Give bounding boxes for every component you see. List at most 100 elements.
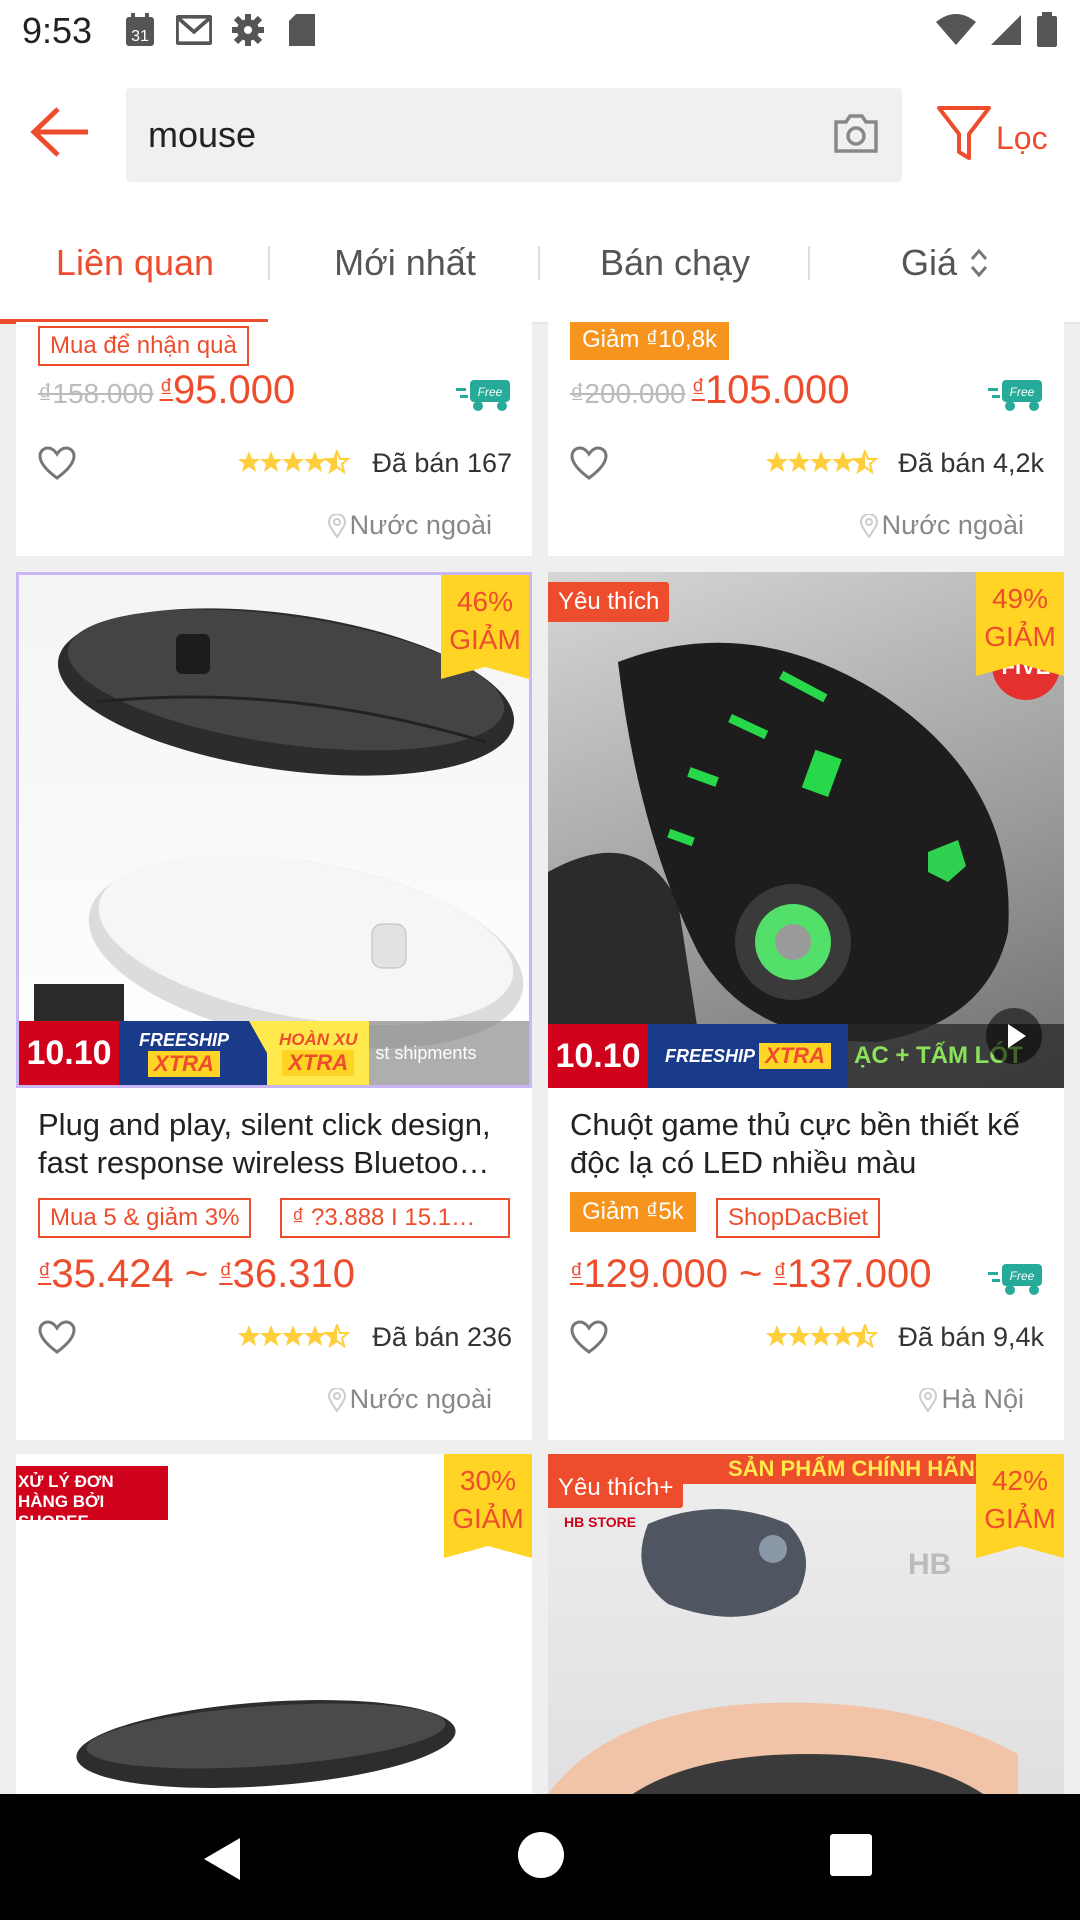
- location: Hà Nội: [919, 1384, 1024, 1415]
- sold-count: Đã bán 236: [372, 1322, 512, 1352]
- status-bar: 9:53 31: [0, 0, 1080, 62]
- product-card[interactable]: 46% GIẢM 10.10 FREESHIP XTRA HOÀN XU XTRA s…: [16, 572, 532, 1440]
- tab-newest[interactable]: Mới nhất: [270, 204, 540, 322]
- price-min: 35.424: [51, 1252, 174, 1296]
- shopee-fulfilled-tag: XỬ LÝ ĐƠN HÀNG BỞI SHOPEE: [16, 1466, 168, 1531]
- discount-badge: 46% GIẢM: [441, 575, 529, 679]
- promo-text: SẢN PHẨM CHÍNH HÃNG: [728, 1456, 992, 1481]
- product-card[interactable]: XỬ LÝ ĐƠN HÀNG BỞI SHOPEE 30% GIẢM: [16, 1454, 532, 1794]
- system-nav-bar: [0, 1794, 1080, 1920]
- product-image: HB SẢN PHẨM CHÍNH HÃNG HB STORE Yêu thíc…: [548, 1454, 1064, 1794]
- free-shipping-icon: Free: [456, 380, 510, 411]
- search-query: mouse: [148, 114, 257, 155]
- search-input[interactable]: mouse: [126, 88, 902, 182]
- product-image: 46% GIẢM 10.10 FREESHIP XTRA HOÀN XU XTRA s…: [16, 572, 532, 1088]
- product-card[interactable]: Mua để nhận quà ₫158.000 ₫95.000 Free Đã …: [16, 322, 532, 556]
- nav-back-icon: [204, 1838, 240, 1880]
- location: Nước ngoài: [327, 510, 492, 541]
- location-pin-icon: [327, 1387, 346, 1412]
- favorite-tag: Yêu thích+: [548, 1468, 684, 1508]
- svg-text:Free: Free: [1010, 1269, 1035, 1283]
- wifi-icon: [936, 14, 976, 45]
- svg-text:Free: Free: [1010, 385, 1035, 399]
- promo-chip: Giảm ₫5k: [570, 1192, 696, 1232]
- heart-icon[interactable]: [570, 1320, 608, 1354]
- back-button[interactable]: [30, 106, 100, 162]
- svg-text:Free: Free: [478, 385, 503, 399]
- camera-button[interactable]: [832, 112, 880, 158]
- promo-banner: 10.10 FREESHIP XTRA HOÀN XU XTRA st shipme…: [19, 1021, 529, 1085]
- free-shipping-icon: Free: [988, 1264, 1042, 1295]
- back-arrow-icon: [30, 107, 88, 157]
- product-card[interactable]: HB SẢN PHẨM CHÍNH HÃNG HB STORE Yêu thíc…: [548, 1454, 1064, 1794]
- nav-home-button[interactable]: [518, 1832, 564, 1878]
- discount-badge: 42% GIẢM: [976, 1454, 1064, 1558]
- heart-icon[interactable]: [570, 446, 608, 480]
- mail-icon: [176, 12, 212, 48]
- svg-text:HB: HB: [908, 1548, 951, 1581]
- sort-arrows-icon: [969, 248, 989, 278]
- calendar-icon: 31: [122, 12, 158, 48]
- price-min: 129.000: [583, 1252, 728, 1296]
- tab-relevant[interactable]: Liên quan: [0, 204, 270, 324]
- sold-count: Đã bán 167: [372, 448, 512, 478]
- filter-button[interactable]: Lọc: [936, 104, 1056, 170]
- shop-chip: ShopDacBiet: [716, 1198, 881, 1238]
- nav-back-button[interactable]: [200, 1834, 250, 1884]
- nav-recents-button[interactable]: [830, 1834, 872, 1876]
- signal-icon: [991, 15, 1021, 45]
- discount-badge: 30% GIẢM: [444, 1454, 532, 1558]
- svg-text:31: 31: [131, 28, 149, 45]
- price-row: ₫129.000 ~ ₫137.000: [570, 1252, 932, 1296]
- price-max: 36.310: [232, 1252, 355, 1296]
- price: 105.000: [704, 368, 850, 412]
- price-row: ₫200.000 ₫105.000: [570, 368, 850, 412]
- promo-chip: Mua 5 & giảm 3%: [38, 1198, 252, 1238]
- filter-icon: [937, 106, 991, 160]
- price: 95.000: [172, 368, 296, 412]
- price-max: 137.000: [786, 1252, 932, 1296]
- sold-count: Đã bán 9,4k: [898, 1322, 1044, 1352]
- rating-stars: [766, 450, 878, 476]
- old-price: ₫158.000: [38, 378, 154, 409]
- product-image: XỬ LÝ ĐƠN HÀNG BỞI SHOPEE 30% GIẢM: [16, 1454, 532, 1794]
- heart-icon[interactable]: [38, 446, 76, 480]
- status-time: 9:53: [22, 10, 93, 51]
- location-pin-icon: [919, 1387, 938, 1412]
- tab-price[interactable]: Giá: [810, 204, 1080, 322]
- promo-chip: Mua để nhận quà: [38, 326, 249, 366]
- free-shipping-icon: Free: [988, 380, 1042, 411]
- play-icon: [1008, 1024, 1026, 1048]
- rating-stars: [766, 1324, 878, 1350]
- old-price: ₫200.000: [570, 378, 686, 409]
- product-title: Plug and play, silent click design, fast…: [38, 1107, 491, 1180]
- store-logo: HB STORE: [564, 1514, 637, 1530]
- battery-icon: [1037, 12, 1057, 47]
- play-video-button[interactable]: [986, 1008, 1042, 1064]
- location: Nước ngoài: [859, 510, 1024, 541]
- product-feed[interactable]: Mua để nhận quà ₫158.000 ₫95.000 Free Đã …: [0, 322, 1080, 1794]
- favorite-tag: Yêu thích: [548, 582, 670, 622]
- product-image: FIVE Yêu thích 49%GIẢM 10.10 FREESHIPXTR…: [548, 572, 1064, 1088]
- product-card[interactable]: Giảm ₫10,8k ₫200.000 ₫105.000 Free Đã bán…: [548, 322, 1064, 556]
- tab-best-selling[interactable]: Bán chạy: [540, 204, 810, 322]
- location-pin-icon: [859, 513, 878, 538]
- voucher-chip: ₫ ?3.888 I 15.1…: [280, 1198, 510, 1238]
- location: Nước ngoài: [327, 1384, 492, 1415]
- sort-tabs: Liên quan Mới nhất Bán chạy Giá: [0, 204, 1080, 324]
- rating-stars: [238, 450, 350, 476]
- heart-icon[interactable]: [38, 1320, 76, 1354]
- product-card[interactable]: FIVE Yêu thích 49%GIẢM 10.10 FREESHIPXTR…: [548, 572, 1064, 1440]
- settings-icon: [230, 12, 266, 48]
- location-pin-icon: [327, 513, 346, 538]
- search-header: mouse Lọc: [0, 62, 1080, 204]
- camera-icon: [834, 114, 878, 153]
- price-row: ₫35.424 ~ ₫36.310: [38, 1252, 355, 1296]
- rating-stars: [238, 1324, 350, 1350]
- sd-card-icon: [284, 12, 320, 48]
- filter-label: Lọc: [996, 120, 1048, 156]
- sold-count: Đã bán 4,2k: [898, 448, 1044, 478]
- product-title: Chuột game thủ cực bền thiết kế độc lạ c…: [570, 1107, 1020, 1180]
- promo-chip: Giảm ₫10,8k: [570, 322, 730, 360]
- price-row: ₫158.000 ₫95.000: [38, 368, 296, 412]
